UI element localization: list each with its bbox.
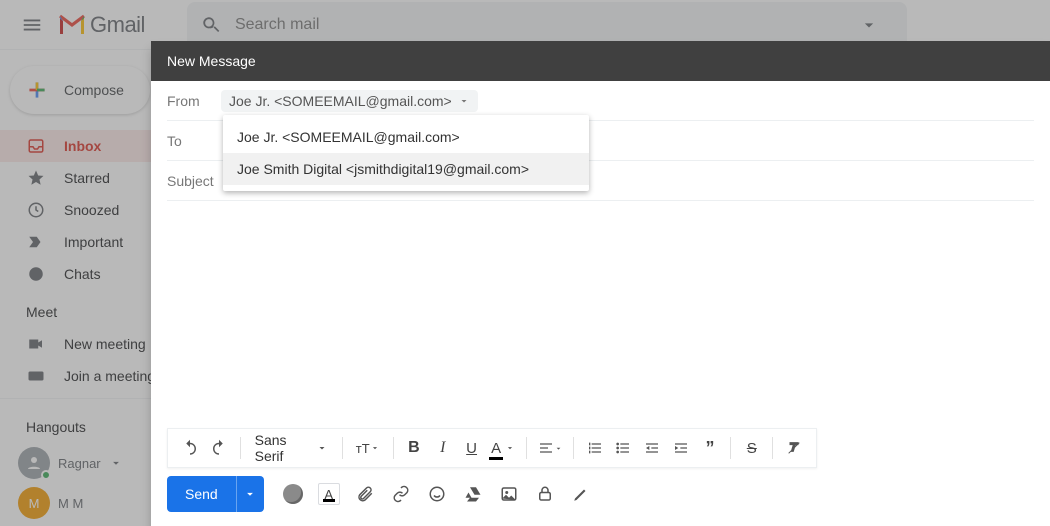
from-label: From <box>167 93 211 109</box>
text-color-icon: A <box>491 440 501 457</box>
image-button[interactable] <box>498 483 520 505</box>
attach-button[interactable] <box>354 483 376 505</box>
formatting-icon <box>283 484 303 504</box>
chevron-down-icon <box>505 443 515 453</box>
format-toolbar: Sans Serif тT B I U A ” S <box>167 428 817 468</box>
chevron-down-icon <box>458 95 470 107</box>
link-icon <box>392 485 410 503</box>
separator <box>342 437 343 459</box>
font-size-button[interactable]: тT <box>351 434 385 462</box>
drive-button[interactable] <box>462 483 484 505</box>
text-color-button[interactable]: A <box>488 434 518 462</box>
lock-clock-icon <box>536 485 554 503</box>
to-label: To <box>167 133 211 149</box>
underline-button[interactable]: U <box>459 434 484 462</box>
text-style-icon: A <box>318 483 340 505</box>
chevron-down-icon <box>554 444 563 453</box>
confidential-button[interactable] <box>534 483 556 505</box>
compose-title-bar[interactable]: New Message <box>151 41 1050 81</box>
align-icon <box>538 440 554 456</box>
redo-button[interactable] <box>207 434 232 462</box>
send-button[interactable]: Send <box>167 476 236 512</box>
separator <box>526 437 527 459</box>
text-style-button[interactable]: A <box>318 483 340 505</box>
font-selector[interactable]: Sans Serif <box>249 432 334 464</box>
from-dropdown-option[interactable]: Joe Smith Digital <jsmithdigital19@gmail… <box>223 153 589 185</box>
emoji-icon <box>428 485 446 503</box>
formatting-toggle-button[interactable] <box>282 483 304 505</box>
indent-more-button[interactable] <box>669 434 694 462</box>
pen-icon <box>572 485 590 503</box>
strikethrough-icon: S <box>747 440 757 457</box>
compose-title: New Message <box>167 53 256 69</box>
bullet-list-button[interactable] <box>611 434 636 462</box>
separator <box>240 437 241 459</box>
undo-button[interactable] <box>178 434 203 462</box>
send-button-group: Send <box>167 476 264 512</box>
from-dropdown-option[interactable]: Joe Jr. <SOMEEMAIL@gmail.com> <box>223 121 589 153</box>
clear-format-button[interactable] <box>781 434 806 462</box>
link-button[interactable] <box>390 483 412 505</box>
undo-icon <box>181 439 199 457</box>
compose-body: From Joe Jr. <SOMEEMAIL@gmail.com> Joe J… <box>151 81 1050 428</box>
indent-less-button[interactable] <box>640 434 665 462</box>
compose-action-icons: A <box>282 483 592 505</box>
font-size-icon: тT <box>356 441 370 456</box>
numbered-list-icon <box>587 440 603 456</box>
from-account-value: Joe Jr. <SOMEEMAIL@gmail.com> <box>229 93 452 109</box>
image-icon <box>500 485 518 503</box>
send-label: Send <box>185 486 218 502</box>
quote-button[interactable]: ” <box>698 434 723 462</box>
italic-button[interactable]: I <box>430 434 455 462</box>
separator <box>730 437 731 459</box>
redo-icon <box>210 439 228 457</box>
quote-icon: ” <box>706 438 715 459</box>
underline-icon: U <box>466 440 477 457</box>
separator <box>573 437 574 459</box>
bold-icon: B <box>408 439 420 457</box>
numbered-list-button[interactable] <box>582 434 607 462</box>
italic-icon: I <box>440 439 445 457</box>
emoji-button[interactable] <box>426 483 448 505</box>
from-field-row: From Joe Jr. <SOMEEMAIL@gmail.com> Joe J… <box>167 81 1034 121</box>
align-button[interactable] <box>535 434 565 462</box>
paperclip-icon <box>356 485 374 503</box>
chevron-down-icon <box>370 443 380 453</box>
bold-button[interactable]: B <box>401 434 426 462</box>
subject-label: Subject <box>167 173 214 189</box>
indent-more-icon <box>673 440 689 456</box>
from-account-dropdown: Joe Jr. <SOMEEMAIL@gmail.com> Joe Smith … <box>223 115 589 191</box>
signature-button[interactable] <box>570 483 592 505</box>
compose-bottom-row: Send A <box>151 476 1050 526</box>
font-label: Sans Serif <box>255 432 310 464</box>
separator <box>772 437 773 459</box>
compose-window: New Message From Joe Jr. <SOMEEMAIL@gmai… <box>151 41 1050 526</box>
chevron-down-icon <box>316 442 328 454</box>
compose-text-area[interactable] <box>167 201 1034 428</box>
indent-less-icon <box>644 440 660 456</box>
bullet-list-icon <box>615 440 631 456</box>
chevron-down-icon <box>243 487 257 501</box>
drive-icon <box>464 485 482 503</box>
from-account-selector[interactable]: Joe Jr. <SOMEEMAIL@gmail.com> <box>221 90 478 112</box>
separator <box>393 437 394 459</box>
send-more-button[interactable] <box>236 476 264 512</box>
clear-format-icon <box>786 440 802 456</box>
strikethrough-button[interactable]: S <box>739 434 764 462</box>
